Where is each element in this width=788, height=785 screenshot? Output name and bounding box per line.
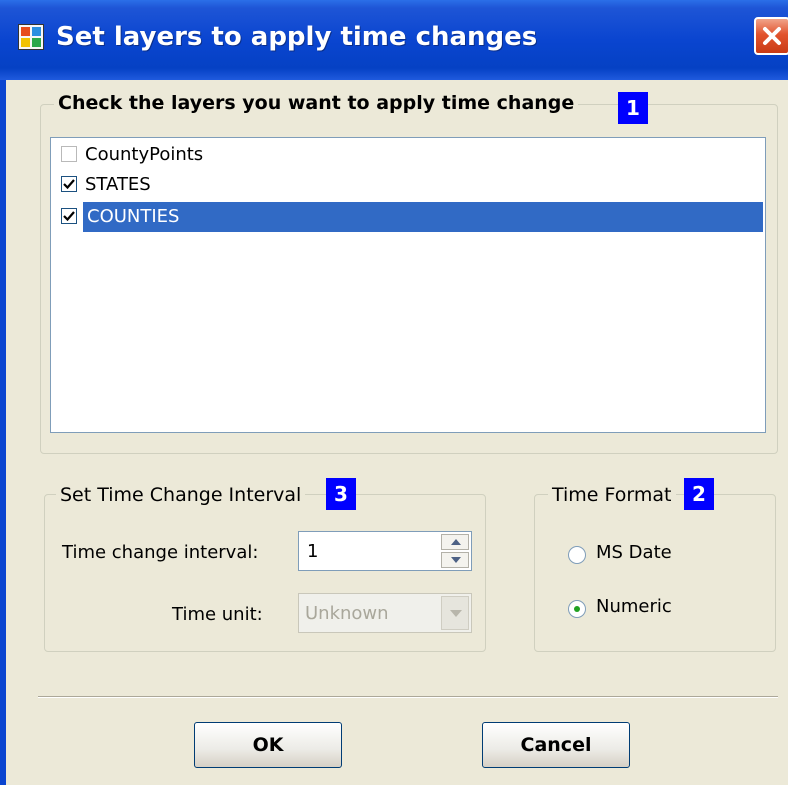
layers-step-badge: 1	[618, 92, 648, 124]
layers-listbox[interactable]: CountyPoints STATES COUNTIES	[50, 137, 766, 433]
interval-stepper[interactable]: 1	[298, 531, 472, 571]
close-button[interactable]	[754, 17, 788, 55]
dialog-window: Set layers to apply time changes Check t…	[0, 0, 788, 785]
increment-button[interactable]	[441, 534, 469, 550]
chevron-down-icon	[450, 610, 462, 617]
interval-label: Time change interval:	[62, 542, 259, 563]
arrow-up-icon	[451, 539, 461, 545]
numeric-label[interactable]: Numeric	[596, 596, 672, 617]
title-bar[interactable]: Set layers to apply time changes	[0, 0, 788, 80]
format-groupbox	[534, 494, 776, 652]
cancel-button[interactable]: Cancel	[482, 722, 630, 768]
format-group-legend: Time Format	[548, 484, 676, 506]
ms-date-label[interactable]: MS Date	[596, 542, 672, 563]
stepper-buttons	[441, 534, 469, 568]
separator-line	[38, 696, 778, 698]
window-border	[0, 80, 6, 785]
layer-item-label: CountyPoints	[85, 144, 204, 165]
arrow-down-icon	[451, 557, 461, 563]
layer-item-countypoints[interactable]: CountyPoints	[57, 140, 763, 170]
format-step-badge: 2	[684, 478, 714, 510]
interval-step-badge: 3	[326, 478, 356, 510]
layer-item-states[interactable]: STATES	[57, 170, 763, 200]
decrement-button[interactable]	[441, 552, 469, 568]
layer-checkbox[interactable]	[61, 208, 77, 224]
dropdown-button[interactable]	[441, 596, 469, 630]
layer-checkbox[interactable]	[61, 146, 77, 162]
window-title: Set layers to apply time changes	[56, 22, 538, 52]
radio-selected-dot	[574, 606, 580, 612]
time-unit-select[interactable]: Unknown	[298, 593, 472, 633]
interval-group-legend: Set Time Change Interval	[56, 484, 306, 506]
layer-checkbox[interactable]	[61, 176, 77, 192]
ok-button[interactable]: OK	[194, 722, 342, 768]
time-unit-value: Unknown	[305, 603, 389, 624]
layer-item-label: COUNTIES	[83, 202, 763, 232]
check-icon	[63, 211, 75, 222]
check-icon	[63, 179, 75, 190]
layer-item-counties[interactable]: COUNTIES	[57, 202, 763, 232]
time-unit-label: Time unit:	[172, 604, 263, 625]
app-window-icon	[18, 24, 44, 50]
layers-group-legend: Check the layers you want to apply time …	[54, 92, 579, 114]
interval-value: 1	[307, 541, 319, 562]
numeric-radio[interactable]	[568, 600, 586, 618]
close-icon	[763, 27, 781, 45]
ms-date-radio[interactable]	[568, 546, 586, 564]
layer-item-label: STATES	[85, 174, 151, 195]
